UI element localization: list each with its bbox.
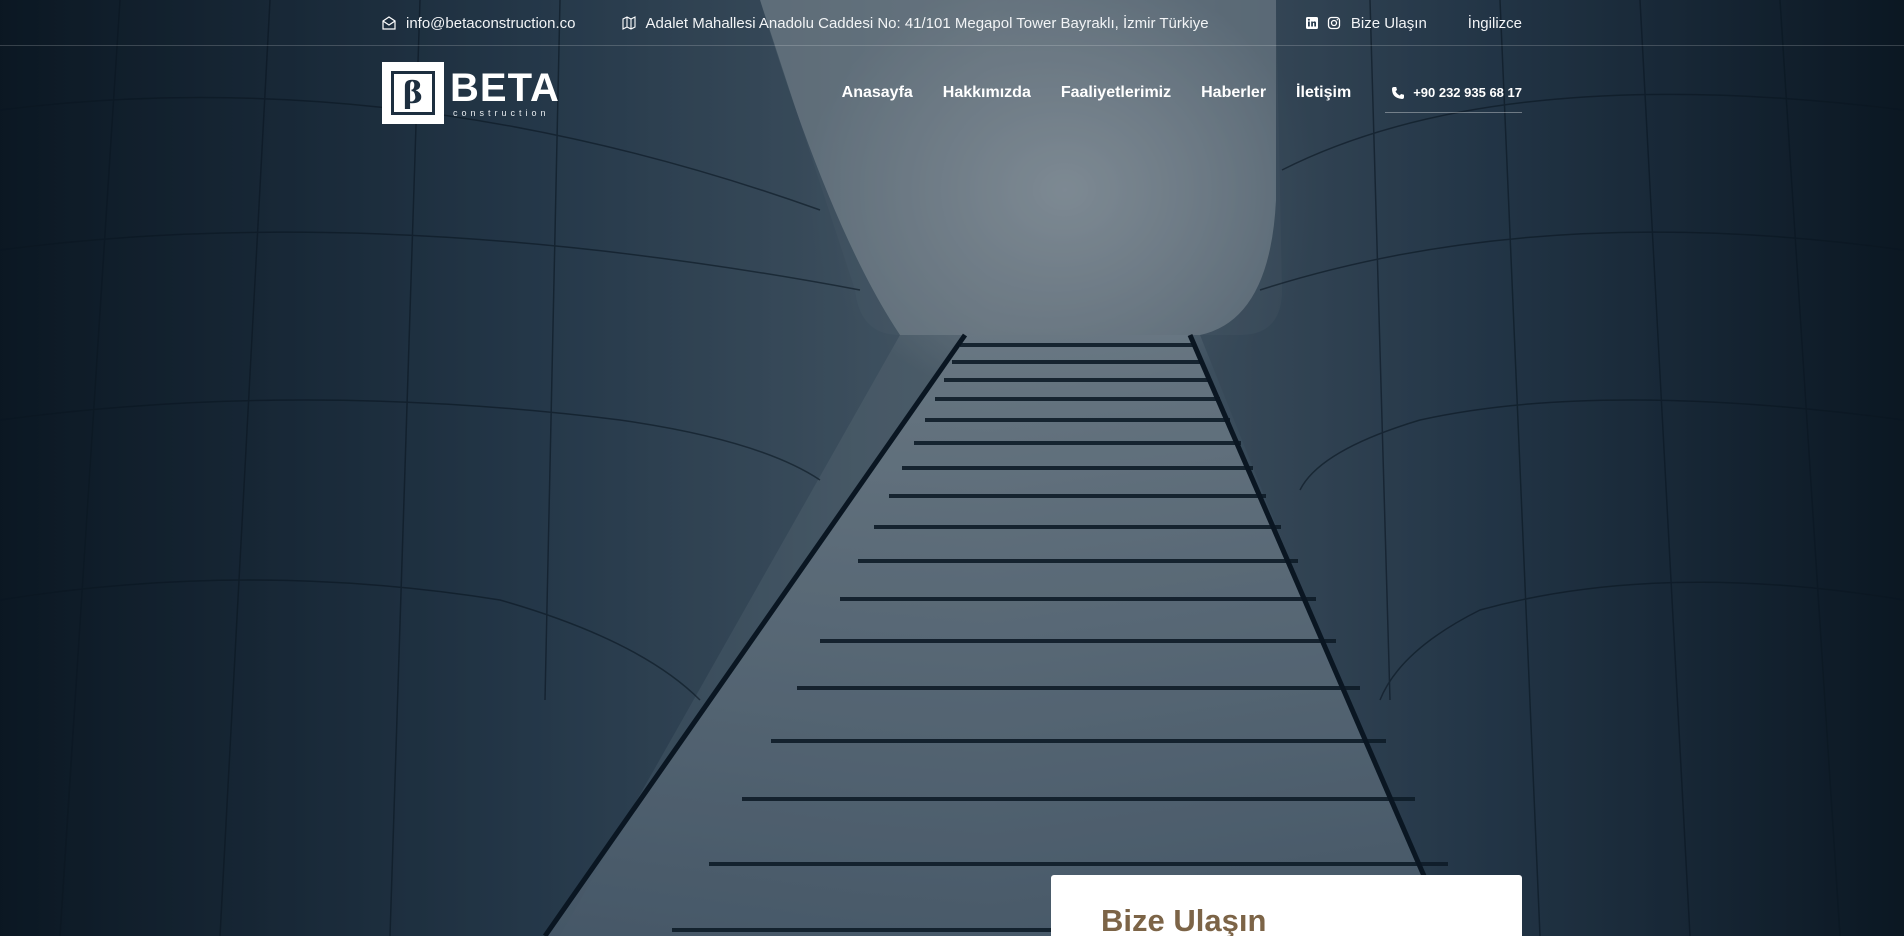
logo[interactable]: β BETA construction <box>382 62 560 124</box>
logo-glyph: β <box>403 75 423 111</box>
email-contact[interactable]: info@betaconstruction.co <box>382 15 576 32</box>
linkedin-icon[interactable] <box>1305 16 1319 30</box>
envelope-icon <box>382 16 396 30</box>
address-info: Adalet Mahallesi Anadolu Caddesi No: 41/… <box>621 14 1209 32</box>
main-nav: Anasayfa Hakkımızda Faaliyetlerimiz Habe… <box>842 73 1522 113</box>
social-links <box>1305 16 1341 30</box>
nav-item-faaliyetlerimiz[interactable]: Faaliyetlerimiz <box>1061 84 1171 102</box>
address-text: Adalet Mahallesi Anadolu Caddesi No: 41/… <box>645 14 1209 32</box>
logo-subtitle: construction <box>453 108 550 118</box>
phone-number[interactable]: +90 232 935 68 17 <box>1413 85 1522 100</box>
nav-item-anasayfa[interactable]: Anasayfa <box>842 84 913 102</box>
main-header: β BETA construction Anasayfa Hakkımızda … <box>382 58 1522 128</box>
email-text[interactable]: info@betaconstruction.co <box>406 15 576 32</box>
language-switch[interactable]: İngilizce <box>1468 15 1522 32</box>
building-illustration <box>0 0 1904 936</box>
top-bar: info@betaconstruction.co Adalet Mahalles… <box>0 0 1904 46</box>
contact-card: Bize Ulaşın <box>1051 875 1522 936</box>
instagram-icon[interactable] <box>1327 16 1341 30</box>
contact-card-title: Bize Ulaşın <box>1101 903 1267 936</box>
nav-item-haberler[interactable]: Haberler <box>1201 84 1266 102</box>
logo-mark: β <box>382 62 444 124</box>
contact-link[interactable]: Bize Ulaşın <box>1351 15 1427 32</box>
nav-item-iletisim[interactable]: İletişim <box>1296 84 1351 102</box>
logo-name: BETA <box>450 66 560 110</box>
phone-icon <box>1392 86 1405 99</box>
nav-item-hakkimizda[interactable]: Hakkımızda <box>943 84 1031 102</box>
phone-link[interactable]: +90 232 935 68 17 <box>1385 85 1522 113</box>
hero-background <box>0 0 1904 936</box>
map-icon <box>621 16 636 30</box>
logo-text: BETA construction <box>450 68 560 118</box>
